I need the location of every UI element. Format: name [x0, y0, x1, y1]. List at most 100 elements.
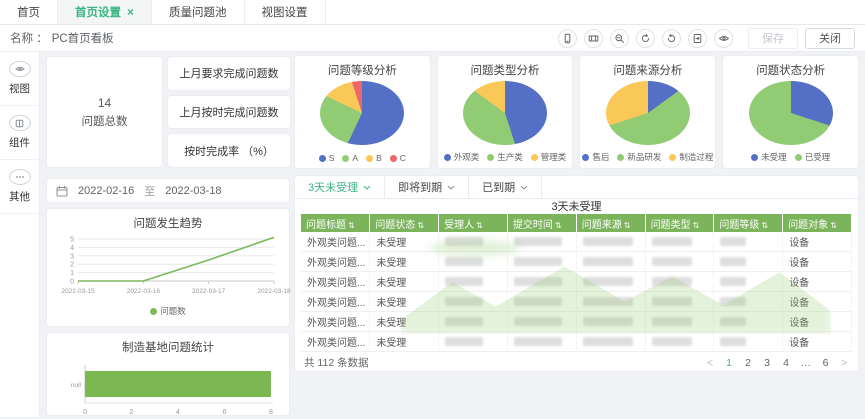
legend-item: 已受理 — [795, 151, 831, 163]
cell-object: 设备 — [783, 252, 852, 272]
cell-object: 设备 — [783, 332, 852, 352]
redacted-blur — [445, 337, 483, 346]
chart-title: 问题来源分析 — [613, 62, 682, 78]
legend-item: 新品研发 — [617, 151, 661, 163]
cell-redacted — [439, 252, 508, 272]
sort-icon[interactable]: ⇅ — [555, 221, 562, 230]
page-number[interactable]: 6 — [821, 357, 830, 369]
legend-label: A — [352, 153, 358, 163]
sidebar-item-views[interactable]: 视图 — [0, 52, 39, 106]
redacted-blur — [652, 337, 692, 346]
sort-icon[interactable]: ⇅ — [830, 221, 837, 230]
cell-redacted — [714, 292, 783, 312]
tab-quality-pool[interactable]: 质量问题池 — [152, 0, 245, 24]
calendar-icon — [56, 185, 68, 197]
column-header[interactable]: 受理人⇅ — [439, 214, 508, 232]
redacted-blur — [583, 237, 633, 246]
stat-card-required: 上月要求完成问题数 — [167, 56, 291, 91]
fit-screen-button[interactable] — [584, 29, 603, 48]
table-tab-due-soon[interactable]: 即将到期 — [385, 176, 469, 198]
cell-redacted — [439, 352, 508, 353]
sort-icon[interactable]: ⇅ — [348, 221, 355, 230]
name-label: 名称 ： — [10, 30, 48, 46]
column-header[interactable]: 问题来源⇅ — [576, 214, 645, 232]
column-header[interactable]: 问题类型⇅ — [645, 214, 714, 232]
cell-redacted — [645, 232, 714, 252]
page-number[interactable]: 2 — [744, 357, 753, 369]
zoom-button[interactable] — [610, 29, 629, 48]
svg-text:4: 4 — [70, 245, 74, 252]
legend-dot-icon — [531, 154, 538, 161]
table-tab-overdue[interactable]: 已到期 — [469, 176, 542, 198]
sidebar-item-components[interactable]: 组件 — [0, 106, 39, 160]
sidebar-item-other[interactable]: 其他 — [0, 160, 39, 214]
redacted-blur — [652, 257, 692, 266]
column-header[interactable]: 提交时间⇅ — [507, 214, 576, 232]
total-count-text: 共 112 条数据 — [304, 355, 369, 370]
date-start: 2022-02-16 — [78, 185, 134, 197]
refresh-button[interactable] — [636, 29, 655, 48]
preview-eye-button[interactable] — [714, 29, 733, 48]
sort-icon[interactable]: ⇅ — [476, 221, 483, 230]
table-tab-label: 3天未受理 — [308, 179, 358, 195]
date-end: 2022-03-18 — [165, 185, 221, 197]
column-header[interactable]: 问题对象⇅ — [783, 214, 852, 232]
table-tab-3day[interactable]: 3天未受理 — [295, 176, 385, 198]
toolbar-actions: 保存 关闭 — [558, 28, 855, 49]
redacted-blur — [445, 297, 483, 306]
legend-label: 未受理 — [761, 151, 787, 163]
page-number[interactable]: 3 — [763, 357, 772, 369]
page-number[interactable]: 4 — [782, 357, 791, 369]
total-issues-card: 14 问题总数 — [46, 56, 163, 168]
close-button[interactable]: 关闭 — [805, 28, 855, 49]
total-issues-value: 14 — [98, 96, 111, 110]
sort-icon[interactable]: ⇅ — [693, 221, 700, 230]
save-button[interactable]: 保存 — [748, 28, 798, 49]
cell-redacted — [645, 332, 714, 352]
redacted-blur — [583, 317, 633, 326]
tab-view-settings[interactable]: 视图设置 — [245, 0, 326, 24]
cell-redacted — [576, 332, 645, 352]
legend-dot-icon — [487, 154, 494, 161]
legend-dot-icon — [342, 155, 349, 162]
cell-redacted — [645, 352, 714, 353]
svg-text:2022-03-17: 2022-03-17 — [192, 288, 226, 295]
pie-card-status: 问题状态分析 未受理已受理 — [722, 55, 859, 169]
tab-home-settings[interactable]: 首页设置 × — [58, 0, 152, 24]
prev-page-icon[interactable]: < — [706, 357, 715, 369]
column-label: 提交时间 — [513, 220, 553, 231]
cell-status: 未受理 — [370, 272, 439, 292]
sort-icon[interactable]: ⇅ — [417, 221, 424, 230]
cell-object: 设备 — [783, 272, 852, 292]
cell-object: 设备 — [783, 292, 852, 312]
legend-label: 管理类 — [541, 151, 567, 163]
page-number[interactable]: 1 — [725, 357, 734, 369]
redacted-blur — [652, 237, 692, 246]
cell-redacted — [645, 312, 714, 332]
legend-item: 问题数 — [150, 305, 186, 317]
tab-label: 首页设置 — [75, 4, 121, 20]
pie-chart-row: 问题等级分析 SABC 问题类型分析 外观类生产类管理类 问题来源分析 售后新品… — [294, 55, 859, 169]
pie-card-source: 问题来源分析 售后新品研发制造过程 — [579, 55, 716, 169]
export-button[interactable] — [688, 29, 707, 48]
next-page-icon[interactable]: > — [840, 357, 849, 369]
tab-home[interactable]: 首页 — [0, 0, 58, 24]
cell-redacted — [576, 352, 645, 353]
legend-dot-icon — [751, 154, 758, 161]
mobile-preview-button[interactable] — [558, 29, 577, 48]
stat-card-rate: 按时完成率 （%） — [167, 133, 291, 168]
sort-icon[interactable]: ⇅ — [624, 221, 631, 230]
page-ellipsis[interactable]: … — [801, 357, 812, 369]
tab-label: 质量问题池 — [169, 4, 227, 20]
column-header[interactable]: 问题等级⇅ — [714, 214, 783, 232]
column-header[interactable]: 问题标题⇅ — [301, 214, 370, 232]
undo-button[interactable] — [662, 29, 681, 48]
redacted-blur — [583, 337, 633, 346]
sort-icon[interactable]: ⇅ — [761, 221, 768, 230]
close-tab-icon[interactable]: × — [127, 6, 134, 18]
column-header[interactable]: 问题状态⇅ — [370, 214, 439, 232]
legend-label: 问题数 — [160, 305, 186, 317]
date-range-picker[interactable]: 2022-02-16 至 2022-03-18 — [46, 178, 290, 203]
stat-card-column: 上月要求完成问题数 上月按时完成问题数 按时完成率 （%） — [167, 56, 291, 168]
base-bar-chart: 02468null — [55, 359, 281, 419]
